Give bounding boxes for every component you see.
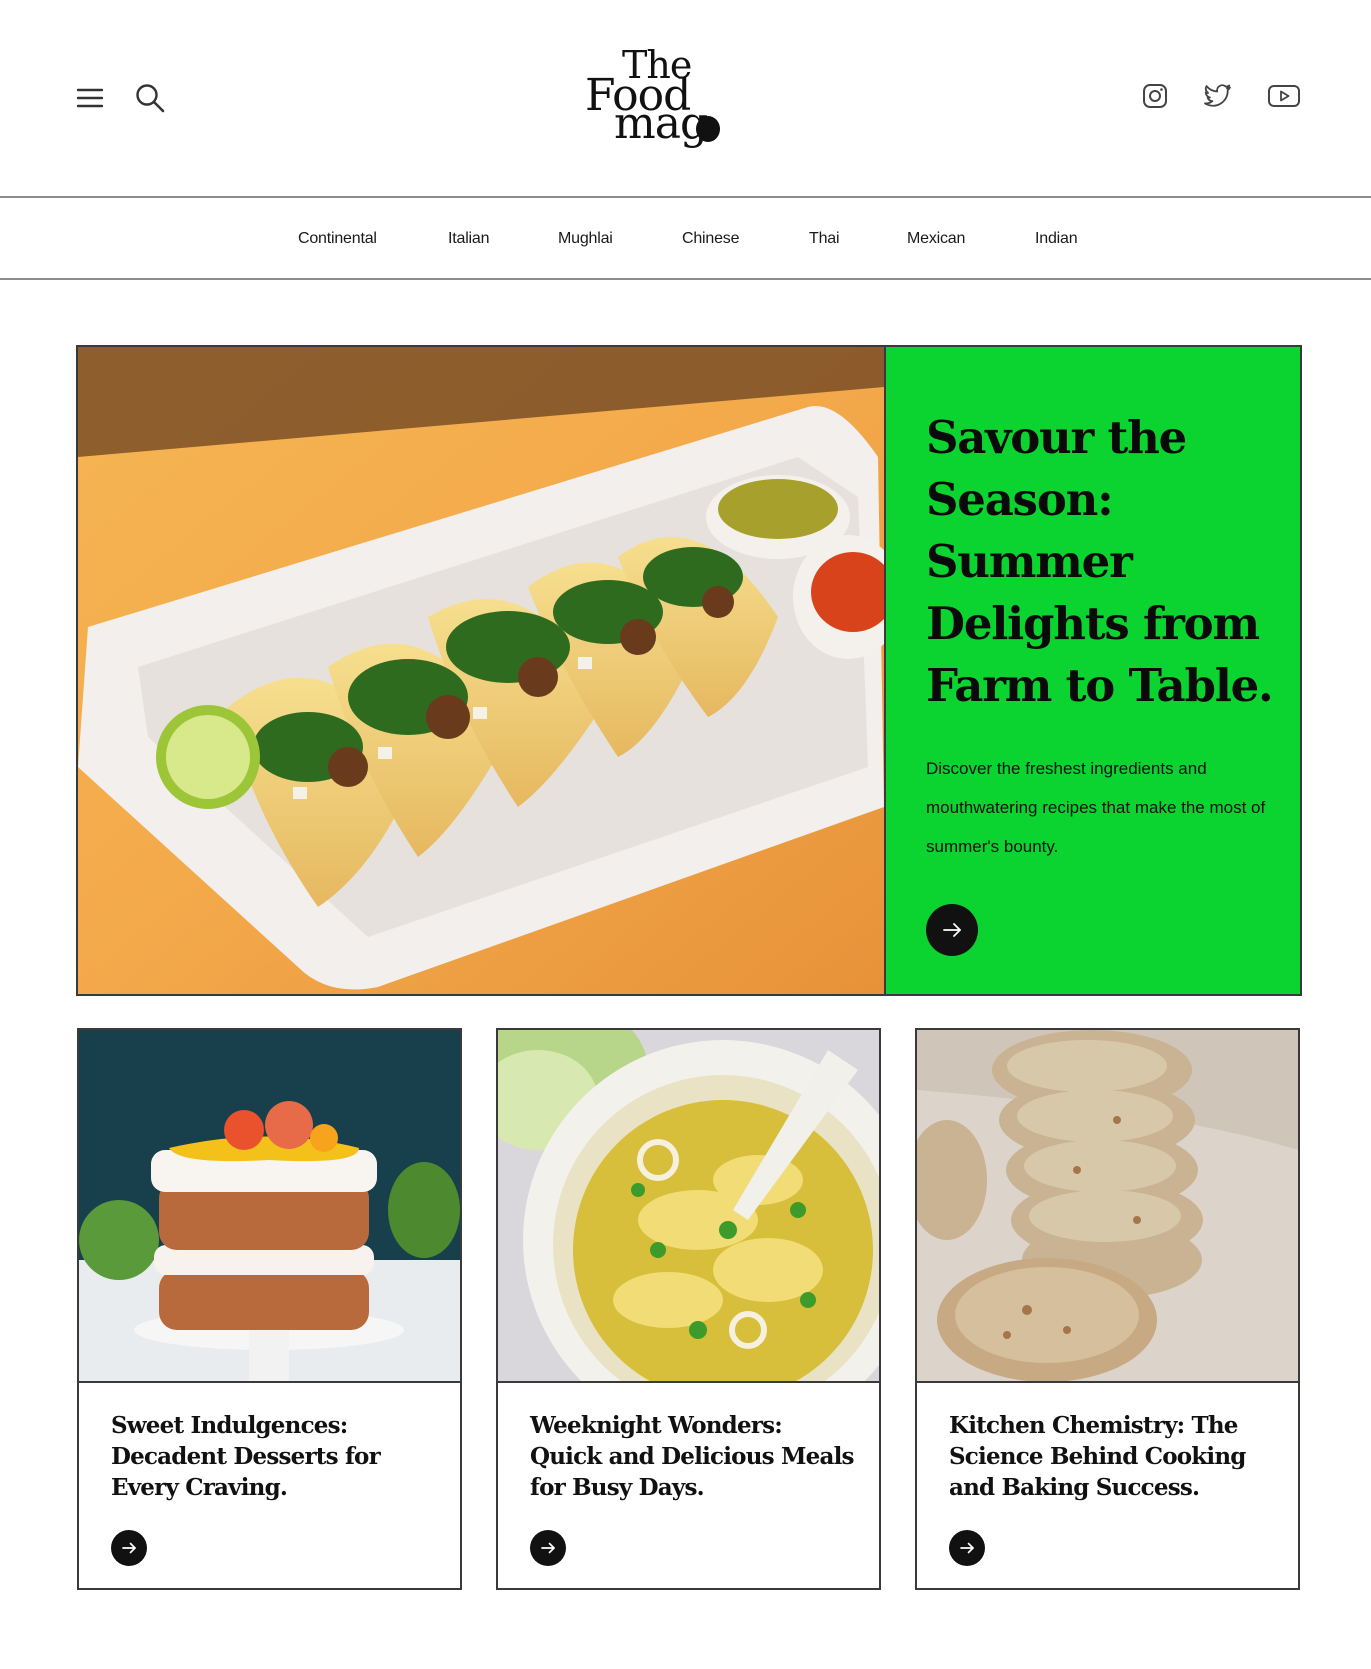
arrow-right-icon bbox=[960, 1542, 974, 1554]
card-read-more-button[interactable] bbox=[111, 1530, 147, 1566]
card-title[interactable]: Sweet Indulgences: Decadent Desserts for… bbox=[111, 1410, 441, 1503]
twitter-icon[interactable] bbox=[1203, 83, 1233, 109]
card-image-oat-cookies[interactable] bbox=[917, 1030, 1298, 1383]
logo-word-mag: mag bbox=[614, 98, 708, 149]
article-card-weeknight-meals[interactable]: Weeknight Wonders: Quick and Delicious M… bbox=[496, 1028, 881, 1590]
category-link-italian[interactable]: Italian bbox=[448, 230, 489, 248]
card-read-more-button[interactable] bbox=[949, 1530, 985, 1566]
hero-read-more-button[interactable] bbox=[926, 904, 978, 956]
category-nav: Continental Italian Mughlai Chinese Thai… bbox=[0, 200, 1371, 280]
hero-description: Discover the freshest ingredients and mo… bbox=[926, 759, 1266, 856]
article-card-kitchen-chemistry[interactable]: Kitchen Chemistry: The Science Behind Co… bbox=[915, 1028, 1300, 1590]
arrow-right-icon bbox=[122, 1542, 136, 1554]
instagram-icon[interactable] bbox=[1141, 82, 1169, 110]
card-title[interactable]: Kitchen Chemistry: The Science Behind Co… bbox=[949, 1410, 1279, 1503]
logo-dot bbox=[696, 116, 720, 142]
category-link-mexican[interactable]: Mexican bbox=[907, 230, 965, 248]
category-link-chinese[interactable]: Chinese bbox=[682, 230, 740, 248]
hero-image-tacos[interactable] bbox=[78, 347, 884, 994]
menu-icon[interactable] bbox=[76, 86, 104, 110]
site-logo[interactable]: The Food mag bbox=[582, 44, 732, 148]
category-link-thai[interactable]: Thai bbox=[809, 230, 840, 248]
card-read-more-button[interactable] bbox=[530, 1530, 566, 1566]
article-card-desserts[interactable]: Sweet Indulgences: Decadent Desserts for… bbox=[77, 1028, 462, 1590]
card-image-layered-cake[interactable] bbox=[79, 1030, 460, 1383]
category-link-mughlai[interactable]: Mughlai bbox=[558, 230, 613, 248]
card-image-noodle-soup[interactable] bbox=[498, 1030, 879, 1383]
search-icon[interactable] bbox=[134, 82, 166, 114]
arrow-right-icon bbox=[943, 923, 961, 937]
header-left-tools bbox=[76, 82, 166, 114]
category-link-continental[interactable]: Continental bbox=[298, 230, 377, 248]
site-header: The Food mag bbox=[0, 0, 1371, 198]
hero-panel: Savour the Season: Summer Delights from … bbox=[884, 347, 1300, 994]
youtube-icon[interactable] bbox=[1267, 83, 1301, 109]
category-link-indian[interactable]: Indian bbox=[1035, 230, 1078, 248]
featured-article: Savour the Season: Summer Delights from … bbox=[76, 345, 1302, 996]
arrow-right-icon bbox=[541, 1542, 555, 1554]
social-links bbox=[1141, 82, 1301, 110]
hero-title[interactable]: Savour the Season: Summer Delights from … bbox=[926, 407, 1286, 717]
card-title[interactable]: Weeknight Wonders: Quick and Delicious M… bbox=[530, 1410, 860, 1503]
